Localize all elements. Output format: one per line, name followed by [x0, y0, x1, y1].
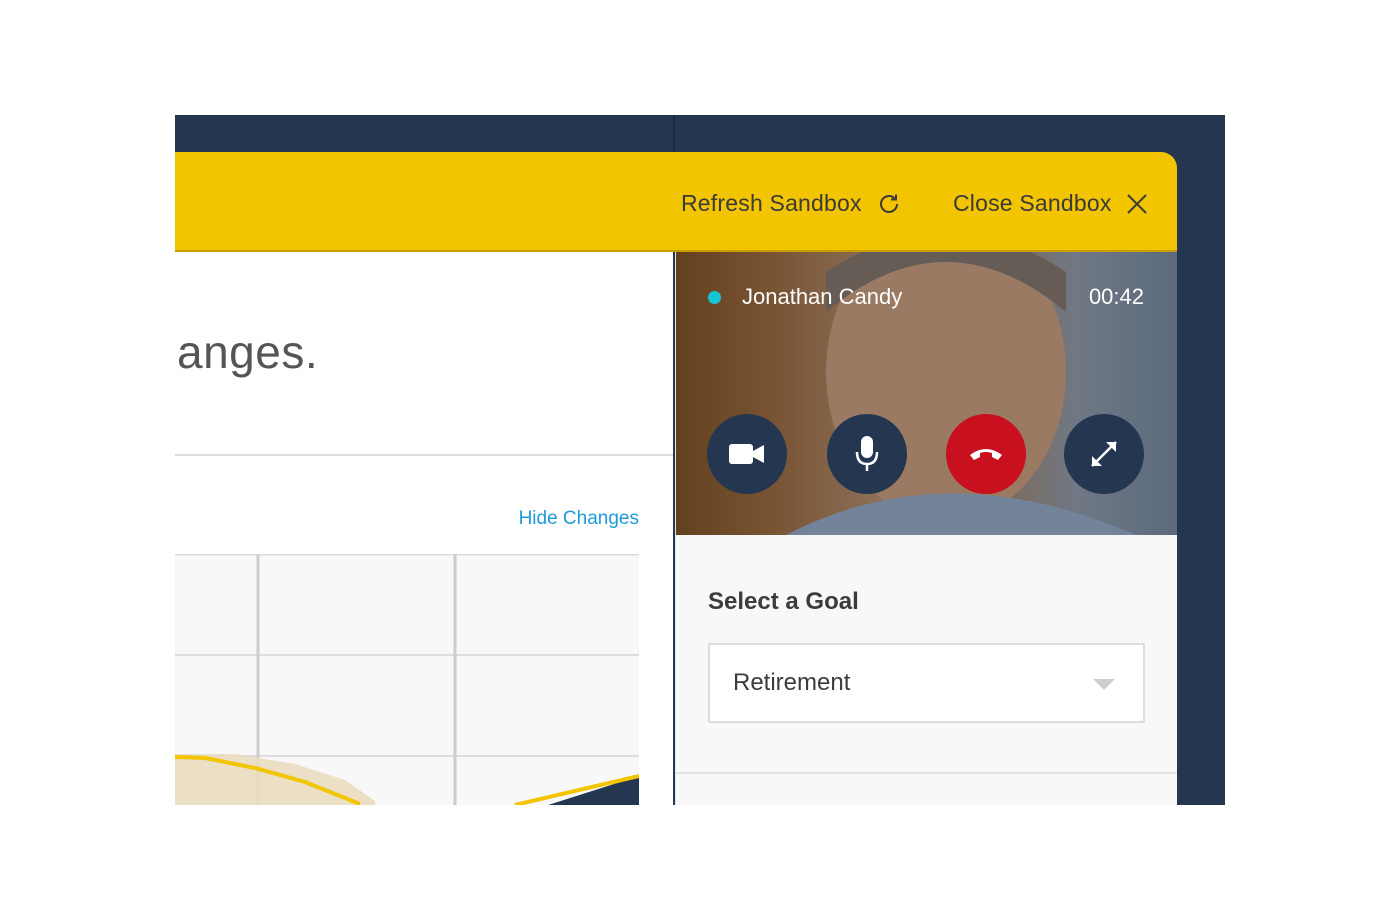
- hide-changes-link[interactable]: Hide Changes: [519, 508, 639, 530]
- goal-selected-value: Retirement: [733, 669, 851, 696]
- caller-name: Jonathan Candy: [742, 284, 903, 309]
- refresh-sandbox-button[interactable]: Refresh Sandbox: [681, 190, 902, 217]
- projection-chart: [175, 554, 639, 805]
- toggle-microphone-button[interactable]: [827, 414, 907, 494]
- app-frame: Refresh Sandbox Close Sandbox anges. Hid…: [175, 115, 1225, 805]
- end-call-button[interactable]: [946, 414, 1026, 494]
- goal-dropdown[interactable]: Retirement: [708, 643, 1145, 723]
- page-headline: anges.: [177, 326, 319, 378]
- close-sandbox-label: Close Sandbox: [953, 190, 1112, 216]
- close-sandbox-button[interactable]: Close Sandbox: [953, 190, 1148, 217]
- panel-divider: [676, 772, 1177, 774]
- refresh-icon: [879, 194, 898, 213]
- sandbox-toolbar: Refresh Sandbox Close Sandbox: [175, 152, 1177, 252]
- chevron-down-icon: [1093, 679, 1115, 690]
- expand-icon: [1091, 441, 1117, 467]
- toggle-video-button[interactable]: [707, 414, 787, 494]
- caller-info: Jonathan Candy: [708, 284, 902, 310]
- frame-divider: [673, 115, 675, 152]
- online-status-icon: [708, 290, 721, 304]
- main-panel: anges. Hide Changes: [175, 252, 673, 805]
- section-divider: [175, 454, 673, 456]
- refresh-sandbox-label: Refresh Sandbox: [681, 190, 862, 216]
- microphone-icon: [855, 436, 879, 471]
- hang-up-icon: [970, 449, 1002, 460]
- advisor-side-panel: Jonathan Candy 00:42 Select a Goal Retir…: [675, 252, 1177, 805]
- close-icon: [1126, 193, 1147, 214]
- call-timer: 00:42: [1088, 284, 1144, 309]
- expand-video-button[interactable]: [1064, 414, 1144, 494]
- video-call-feed: Jonathan Candy 00:42: [676, 252, 1177, 535]
- video-camera-icon: [729, 444, 764, 464]
- goal-label: Select a Goal: [708, 588, 859, 615]
